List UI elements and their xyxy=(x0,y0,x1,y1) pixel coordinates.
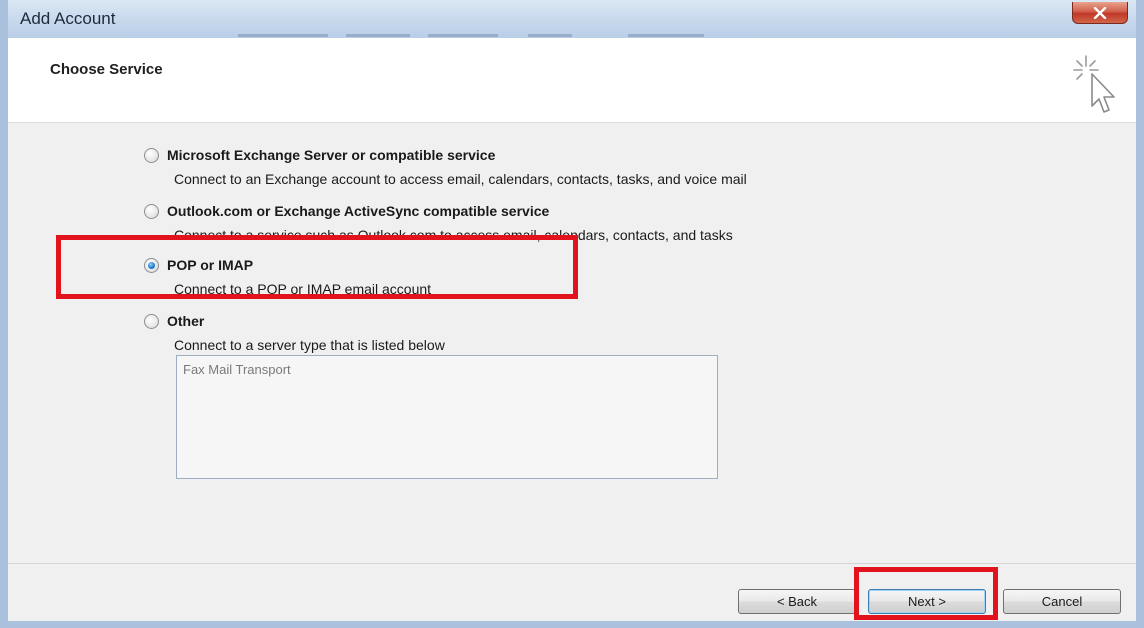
service-options-panel: Microsoft Exchange Server or compatible … xyxy=(8,123,1136,563)
option-other-label[interactable]: Other xyxy=(167,313,204,329)
add-account-dialog: Add Account Choose Service Microsoft Exc… xyxy=(0,0,1144,628)
radio-outlook-com[interactable] xyxy=(144,203,159,219)
option-exchange-description: Connect to an Exchange account to access… xyxy=(174,171,747,187)
option-exchange-label[interactable]: Microsoft Exchange Server or compatible … xyxy=(167,147,495,163)
server-type-listbox[interactable]: Fax Mail Transport xyxy=(176,355,718,479)
radio-exchange[interactable] xyxy=(144,147,159,163)
highlight-pop-imap xyxy=(56,235,578,299)
title-bar-ghost xyxy=(528,34,572,37)
list-item[interactable]: Fax Mail Transport xyxy=(183,362,291,377)
radio-other[interactable] xyxy=(144,313,159,329)
title-bar-ghost xyxy=(628,34,704,37)
title-bar-ghost xyxy=(428,34,498,37)
highlight-next xyxy=(854,567,998,620)
option-other-description: Connect to a server type that is listed … xyxy=(174,337,445,353)
header-panel: Choose Service xyxy=(8,38,1136,123)
cancel-button[interactable]: Cancel xyxy=(1003,589,1121,614)
option-outlook-com-label[interactable]: Outlook.com or Exchange ActiveSync compa… xyxy=(167,203,549,219)
window-title: Add Account xyxy=(20,9,116,28)
cursor-sparkle-icon xyxy=(1073,55,1115,113)
page-title: Choose Service xyxy=(50,61,163,78)
title-bar-ghost xyxy=(346,34,410,37)
title-bar-ghost xyxy=(238,34,328,37)
back-button[interactable]: < Back xyxy=(738,589,856,614)
close-button[interactable] xyxy=(1072,2,1128,24)
title-bar: Add Account xyxy=(8,0,1136,38)
close-icon xyxy=(1093,6,1107,19)
option-exchange: Microsoft Exchange Server or compatible … xyxy=(140,145,747,187)
option-other: Other Connect to a server type that is l… xyxy=(140,311,445,353)
button-bar: < Back Next > Cancel xyxy=(8,563,1136,621)
